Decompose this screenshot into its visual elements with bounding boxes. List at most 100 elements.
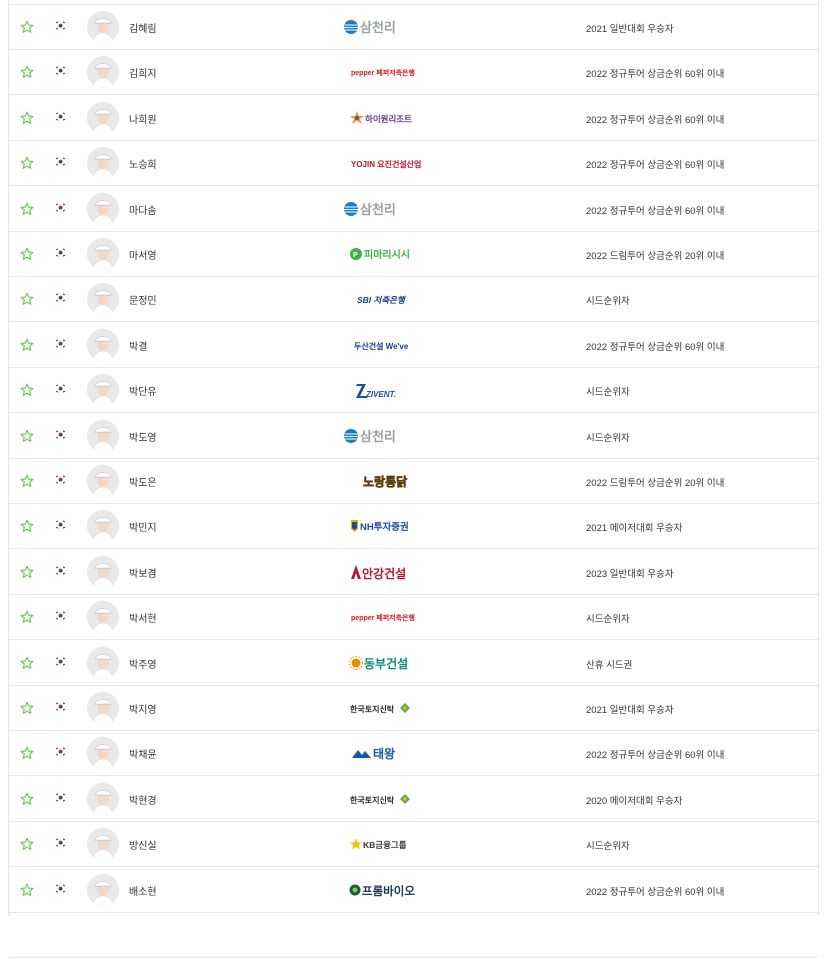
player-photo bbox=[87, 11, 119, 43]
player-avatar[interactable] bbox=[87, 510, 119, 543]
table-row: 김희지 pepper 페퍼저축은행 2022 정규투어 상금순위 60위 이내 bbox=[9, 50, 818, 96]
table-row-partial-bottom bbox=[9, 913, 818, 958]
qualification-text: 2022 정규투어 상금순위 60위 이내 bbox=[586, 69, 725, 81]
player-avatar[interactable] bbox=[87, 692, 119, 724]
table-row: 박지영 한국토지신탁 2021 일반대회 우승자 bbox=[9, 686, 818, 731]
star-outline-icon[interactable] bbox=[20, 429, 34, 443]
star-outline-icon[interactable] bbox=[20, 656, 34, 670]
player-photo bbox=[87, 782, 119, 815]
player-avatar[interactable] bbox=[87, 737, 119, 770]
samchully-emblem-icon bbox=[344, 428, 358, 443]
star-outline-icon[interactable] bbox=[20, 292, 34, 306]
player-name[interactable]: 박민지 bbox=[129, 519, 157, 534]
player-photo bbox=[87, 419, 119, 452]
star-outline-icon[interactable] bbox=[20, 247, 34, 261]
player-avatar[interactable] bbox=[87, 419, 119, 452]
star-outline-icon[interactable] bbox=[20, 20, 34, 34]
sponsor-logo-pepper: pepper 페퍼저축은행 bbox=[309, 603, 444, 631]
korea-flag-icon bbox=[55, 702, 66, 711]
star-outline-icon[interactable] bbox=[20, 111, 34, 125]
player-avatar[interactable] bbox=[87, 283, 119, 316]
table-row: 박서현 pepper 페퍼저축은행 시드순위자 bbox=[9, 595, 818, 641]
svg-text:동부건설: 동부건설 bbox=[364, 656, 408, 671]
player-photo bbox=[87, 601, 119, 634]
player-avatar[interactable] bbox=[87, 238, 119, 270]
sponsor-logo-high1: 하이원리조트 bbox=[309, 104, 444, 132]
korea-flag-icon bbox=[55, 338, 66, 348]
qualification-text: 2022 정규투어 상금순위 60위 이내 bbox=[586, 205, 725, 217]
nh-emblem-icon bbox=[351, 520, 358, 533]
player-name[interactable]: 배소현 bbox=[129, 883, 157, 898]
sponsor-logo-koreit: 한국토지신탁 bbox=[309, 785, 444, 813]
player-avatar[interactable] bbox=[87, 374, 119, 407]
star-outline-icon[interactable] bbox=[20, 837, 34, 851]
player-avatar[interactable] bbox=[87, 147, 119, 180]
player-name[interactable]: 마다솜 bbox=[129, 202, 157, 217]
qualification-text: 2022 정규투어 상금순위 60위 이내 bbox=[586, 886, 725, 898]
player-avatar[interactable] bbox=[87, 328, 119, 361]
star-outline-icon[interactable] bbox=[20, 610, 34, 624]
player-name[interactable]: 박지영 bbox=[129, 701, 157, 716]
player-name[interactable]: 나희원 bbox=[129, 111, 157, 126]
player-avatar[interactable] bbox=[87, 782, 119, 815]
svg-text:ZIVENT.: ZIVENT. bbox=[365, 390, 396, 399]
table-row: 박주영 동부건설 산휴 시드권 bbox=[9, 641, 818, 686]
player-name[interactable]: 마서영 bbox=[129, 247, 157, 262]
player-avatar[interactable] bbox=[87, 601, 119, 634]
star-outline-icon[interactable] bbox=[20, 338, 34, 352]
sponsor-logo-frombio: 프롬바이오 bbox=[309, 876, 444, 904]
star-outline-icon[interactable] bbox=[20, 746, 34, 760]
star-outline-icon[interactable] bbox=[20, 474, 34, 488]
player-name[interactable]: 박주영 bbox=[129, 656, 157, 671]
player-name[interactable]: 박보겸 bbox=[129, 565, 157, 580]
player-avatar[interactable] bbox=[87, 56, 119, 89]
table-row: 박결 두산건설 We've 2022 정규투어 상금순위 60위 이내 bbox=[9, 323, 818, 368]
korea-flag-icon bbox=[55, 520, 66, 530]
star-outline-icon[interactable] bbox=[20, 202, 34, 216]
star-outline-icon[interactable] bbox=[20, 156, 34, 170]
player-avatar[interactable] bbox=[87, 646, 119, 679]
player-name[interactable]: 김혜림 bbox=[129, 20, 157, 35]
star-outline-icon[interactable] bbox=[20, 519, 34, 533]
svg-text:피마리시시: 피마리시시 bbox=[364, 248, 410, 261]
star-outline-icon[interactable] bbox=[20, 701, 34, 715]
sponsor-logo-samchully: 삼천리 bbox=[309, 195, 444, 223]
player-name[interactable]: 방신실 bbox=[129, 837, 157, 852]
player-name[interactable]: 박도영 bbox=[129, 429, 157, 444]
svg-text:삼천리: 삼천리 bbox=[360, 202, 396, 217]
qualification-text: 2022 정규투어 상금순위 60위 이내 bbox=[586, 341, 725, 353]
svg-text:pepper 페퍼저축은행: pepper 페퍼저축은행 bbox=[351, 68, 415, 77]
player-avatar[interactable] bbox=[87, 465, 119, 497]
table-row: 박채윤 태왕 2022 정규투어 상금순위 60위 이내 bbox=[9, 731, 818, 777]
player-name[interactable]: 문정민 bbox=[129, 292, 157, 307]
table-row: 박보겸 안강건설 2023 일반대회 우승자 bbox=[9, 550, 818, 595]
qualification-text: 시드순위자 bbox=[586, 614, 630, 626]
player-name[interactable]: 박채윤 bbox=[129, 746, 157, 761]
star-outline-icon[interactable] bbox=[20, 792, 34, 806]
player-name[interactable]: 박도은 bbox=[129, 474, 157, 489]
player-name[interactable]: 박결 bbox=[129, 338, 147, 353]
star-outline-icon[interactable] bbox=[20, 565, 34, 579]
player-avatar[interactable] bbox=[87, 101, 119, 134]
player-avatar[interactable] bbox=[87, 828, 119, 861]
player-name[interactable]: 노승희 bbox=[129, 156, 157, 171]
player-avatar[interactable] bbox=[87, 192, 119, 225]
qualification-text: 시드순위자 bbox=[586, 387, 630, 399]
korea-flag-icon bbox=[55, 384, 66, 394]
table-row: 김혜림 삼천리 2021 일반대회 우승자 bbox=[9, 5, 818, 50]
player-avatar[interactable] bbox=[87, 11, 119, 43]
star-outline-icon[interactable] bbox=[20, 883, 34, 897]
player-name[interactable]: 김희지 bbox=[129, 65, 157, 80]
player-photo bbox=[87, 828, 119, 861]
star-outline-icon[interactable] bbox=[20, 383, 34, 397]
table-row: 문정민 SBI 저축은행 시드순위자 bbox=[9, 277, 818, 323]
player-photo bbox=[87, 646, 119, 679]
svg-text:SBI 저축은행: SBI 저축은행 bbox=[357, 295, 406, 305]
player-name[interactable]: 박단유 bbox=[129, 383, 157, 398]
player-avatar[interactable] bbox=[87, 873, 119, 906]
player-avatar[interactable] bbox=[87, 555, 119, 588]
player-name[interactable]: 박현경 bbox=[129, 792, 157, 807]
player-name[interactable]: 박서현 bbox=[129, 610, 157, 625]
player-photo bbox=[87, 328, 119, 361]
star-outline-icon[interactable] bbox=[20, 65, 34, 79]
